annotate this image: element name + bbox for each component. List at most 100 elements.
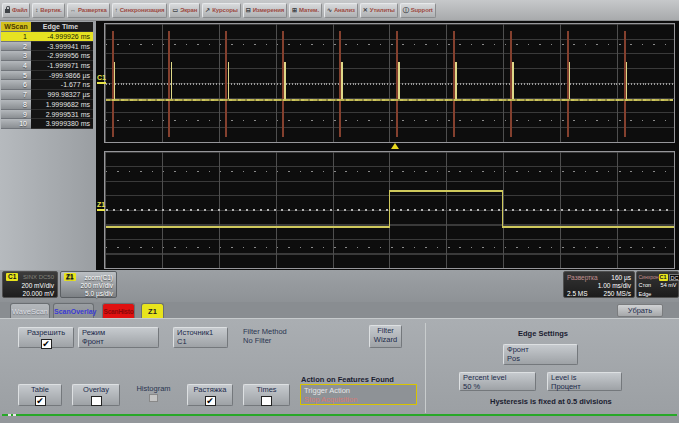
timebase-delay: 160 µs (611, 274, 631, 281)
timebase-descriptor-box[interactable]: Развертка 160 µs 1.00 ms/div 2.5 MS 250 … (563, 271, 635, 298)
menu-item-label: Утилиты (370, 7, 395, 13)
action-section-label: Action on Features Found (301, 375, 394, 384)
action-on-features-box[interactable]: Trigger Action Stop Acquisition (300, 384, 417, 405)
c1-pulse-spike (455, 62, 457, 101)
table-row[interactable]: 1-4.999926 ms (1, 32, 93, 42)
math-icon: ⊞ (292, 7, 297, 13)
trigger-descriptor-box[interactable]: Синхрон C1DC Стоп 54 mV Edge (636, 271, 679, 298)
horizontal-arrows-icon: ↔ (70, 7, 76, 13)
utilities-icon: ✕ (363, 7, 368, 13)
times-button[interactable]: Times (243, 384, 290, 406)
grid-center-axis (106, 83, 673, 85)
menu-item-4[interactable]: ▭Экран (169, 3, 200, 18)
grid-dotted-line (106, 120, 673, 121)
grid-dotted-line (106, 247, 673, 248)
grid-dotted-line (106, 171, 673, 172)
mode-button[interactable]: РежимФронт (78, 327, 159, 348)
menu-item-9[interactable]: ✕Утилиты (360, 3, 398, 18)
tab-z1[interactable]: Z1 (141, 303, 164, 318)
menu-item-5[interactable]: ↗Курсоры (202, 3, 240, 18)
filter-wizard-button[interactable]: FilterWizard (369, 325, 402, 348)
menu-bar: Файл↕Вертик.↔Развертка↑Синхронизация▭Экр… (0, 0, 679, 21)
timebase-rate: 250 MS/s (604, 290, 631, 297)
table-row[interactable]: 2-3.999941 ms (1, 42, 93, 52)
row-index: 1 (1, 32, 31, 42)
percent-level-button[interactable]: Percent level50 % (459, 372, 536, 391)
c1-vscale: 200 mV/div (21, 282, 54, 289)
c1-trace-baseline (106, 99, 673, 101)
edge-time-value: -4.999926 ms (31, 32, 93, 42)
level-is-button[interactable]: Level isПроцент (547, 372, 622, 391)
table-button[interactable]: Table (18, 384, 62, 406)
menu-item-8[interactable]: ∿Анализ (324, 3, 358, 18)
filter-method-field[interactable]: Filter MethodNo Filter (243, 327, 333, 345)
c1-offset: 20.000 mV (23, 290, 54, 297)
trigger-action-item[interactable]: Trigger Action (304, 386, 413, 395)
lock-icon (5, 9, 10, 13)
measure-icon: ⊟ (246, 7, 251, 13)
display-icon: ▭ (172, 7, 178, 13)
menu-item-0[interactable]: Файл (2, 3, 30, 18)
z1-source: zoom(C1) (84, 274, 113, 281)
tab-wavescan[interactable]: WaveScan (10, 303, 50, 318)
info-icon: ⓘ (403, 7, 409, 13)
menu-item-2[interactable]: ↔Развертка (67, 3, 110, 18)
enable-button[interactable]: Разрешить (18, 327, 74, 348)
source-button[interactable]: Источник1C1 (173, 327, 228, 348)
table-row[interactable]: 7999.98327 µs (1, 90, 93, 100)
trigger-mode: Стоп (639, 282, 651, 288)
trigger-position-marker[interactable] (391, 143, 399, 149)
menu-item-label: Курсоры (212, 7, 237, 13)
z1-trace-low-right (502, 226, 674, 228)
trigger-level: 54 mV (661, 282, 677, 288)
menu-item-10[interactable]: ⓘSupport (400, 3, 436, 18)
z1-descriptor-box[interactable]: Z1 zoom(C1) 200 mV/div 5.0 µs/div (60, 271, 117, 298)
table-row[interactable]: 4-1.999971 ms (1, 61, 93, 71)
c1-pulse-spike (284, 62, 286, 101)
menu-item-3[interactable]: ↑Синхронизация (112, 3, 168, 18)
edge-time-value: 2.9999531 ms (31, 110, 93, 120)
channel-c1-grid[interactable] (104, 23, 675, 143)
timebase-label: Развертка (567, 274, 598, 281)
tab-scanhisto[interactable]: ScanHisto (102, 303, 135, 318)
menu-item-label: Support (411, 7, 433, 13)
trigger-label: Синхрон (639, 274, 659, 280)
times-checkbox[interactable] (261, 396, 272, 406)
c1-descriptor-box[interactable]: C1 SINX DC50 200 mV/div 20.000 mV (2, 271, 58, 298)
z1-trace-label[interactable]: Z1 (97, 201, 105, 211)
histogram-field: Histogram (130, 384, 177, 402)
edge-time-value: -1.999971 ms (31, 61, 93, 71)
table-row[interactable]: 3-2.999956 ms (1, 51, 93, 61)
menu-item-6[interactable]: ⊟Измерения (243, 3, 287, 18)
stretch-button[interactable]: Растяжка (187, 384, 233, 406)
row-index: 10 (1, 119, 31, 129)
enable-checkbox[interactable] (41, 339, 52, 349)
row-index: 2 (1, 42, 31, 52)
c1-pulse-spike (341, 62, 343, 101)
overlay-checkbox[interactable] (91, 396, 102, 406)
table-row[interactable]: 6-1.677 ns (1, 80, 93, 90)
histogram-checkbox (149, 394, 158, 402)
table-row[interactable]: 5-999.9866 µs (1, 71, 93, 81)
menu-item-7[interactable]: ⊞Матем. (289, 3, 322, 18)
zoom-z1-grid[interactable] (104, 151, 675, 269)
table-row[interactable]: 81.9999682 ms (1, 100, 93, 110)
waveform-main-area: WScanEdge Time1-4.999926 ms2-3.999941 ms… (0, 21, 679, 270)
c1-pulse-spike (228, 62, 230, 101)
menu-item-1[interactable]: ↕Вертик. (32, 3, 65, 18)
analysis-icon: ∿ (327, 7, 332, 13)
row-index: 4 (1, 61, 31, 71)
tab-scanoverlay[interactable]: ScanOverlay (53, 303, 94, 318)
table-row[interactable]: 92.9999531 ms (1, 110, 93, 120)
slope-button[interactable]: ФронтPos (503, 344, 578, 365)
table-row[interactable]: 103.9999380 ms (1, 119, 93, 129)
hysteresis-note: Hysteresis is fixed at 0.5 divisions (490, 397, 612, 406)
stop-acquisition-item[interactable]: Stop Acquisition (304, 395, 413, 404)
table-checkbox[interactable] (35, 396, 46, 406)
c1-trace-label[interactable]: C1 (97, 74, 106, 84)
close-dialog-button[interactable]: Убрать (617, 304, 663, 317)
trigger-type: Edge (639, 291, 652, 297)
overlay-button[interactable]: Overlay (72, 384, 120, 406)
c1-pulse-spike (171, 62, 173, 101)
stretch-checkbox[interactable] (205, 396, 216, 406)
